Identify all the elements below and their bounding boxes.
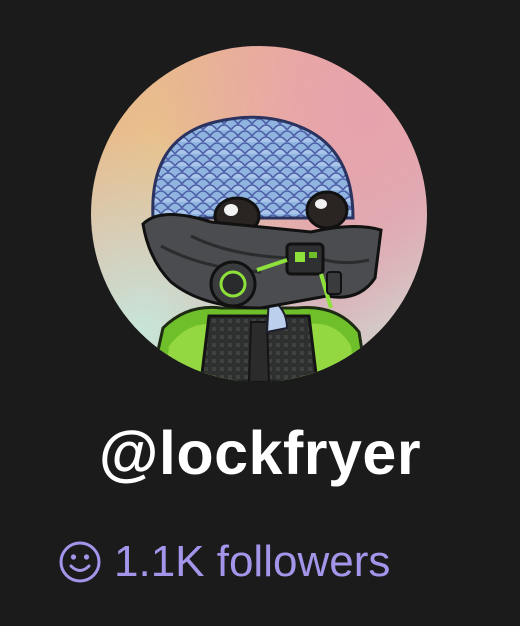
avatar-image (141, 115, 383, 382)
followers-count[interactable]: 1.1K followers (58, 534, 390, 590)
avatar[interactable] (91, 46, 427, 382)
followers-label: 1.1K followers (114, 537, 391, 586)
smiley-face-icon (58, 540, 102, 584)
username[interactable]: @lockfryer (0, 418, 520, 488)
profile-card: @lockfryer 1.1K followers (0, 0, 520, 626)
